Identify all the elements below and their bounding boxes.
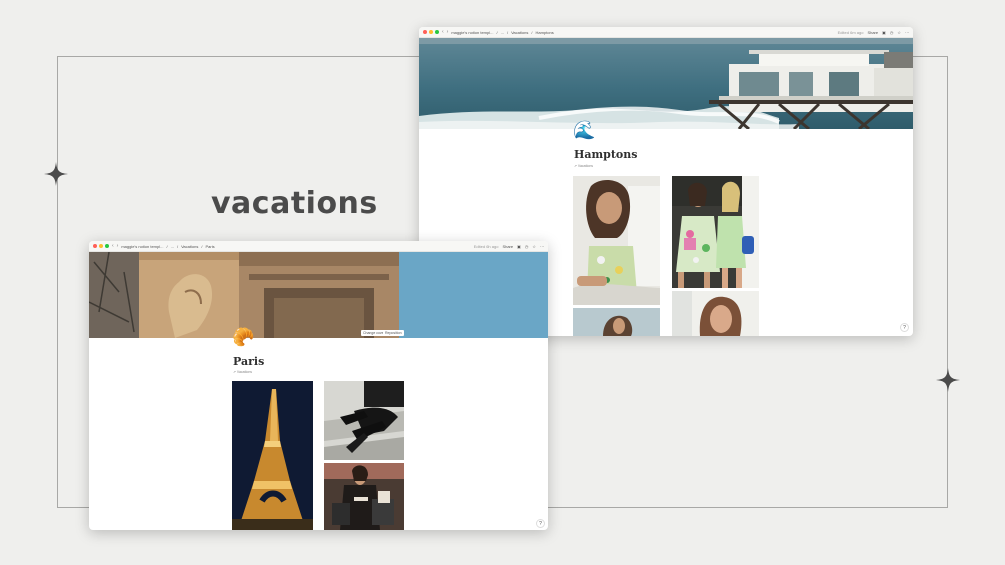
window-titlebar: ‹ › maggie's notion templ... / ... / Vac… <box>89 241 548 252</box>
comments-icon[interactable]: ▣ <box>517 244 521 249</box>
zoom-window-button[interactable] <box>105 244 109 248</box>
favorite-star-icon[interactable]: ☆ <box>897 30 901 35</box>
back-arrow-icon[interactable]: ‹ <box>442 29 444 35</box>
updates-icon[interactable]: ◷ <box>890 30 894 35</box>
close-window-button[interactable] <box>423 30 427 34</box>
minimize-window-button[interactable] <box>99 244 103 248</box>
breadcrumb-separator: / <box>201 243 203 249</box>
share-button[interactable]: Share <box>867 30 878 35</box>
sparkle-icon <box>44 162 68 186</box>
property-label: Vacations <box>577 164 594 168</box>
last-edited-label: Edited 6h ago <box>473 243 499 249</box>
croissant-icon[interactable]: 🥐 <box>232 328 254 346</box>
zoom-window-button[interactable] <box>435 30 439 34</box>
page-cover-image[interactable] <box>419 38 913 129</box>
reposition-button[interactable]: Reposition <box>383 330 404 336</box>
breadcrumb-separator: / <box>176 243 179 249</box>
sparkle-icon <box>936 368 960 392</box>
comments-icon[interactable]: ▣ <box>882 30 886 35</box>
forward-arrow-icon[interactable]: › <box>447 29 449 35</box>
breadcrumb-vacations[interactable]: Vacations <box>511 30 528 35</box>
help-button[interactable]: ? <box>900 323 909 332</box>
traffic-lights[interactable] <box>93 244 109 248</box>
breadcrumb-separator: / <box>531 29 533 35</box>
minimize-window-button[interactable] <box>429 30 433 34</box>
breadcrumb-workspace[interactable]: maggie's notion templ... <box>121 244 163 249</box>
breadcrumb-vacations[interactable]: Vacations <box>181 244 198 249</box>
share-button[interactable]: Share <box>502 244 513 249</box>
breadcrumb-ellipsis[interactable]: ... <box>501 30 504 35</box>
window-titlebar: ‹ › maggie's notion templ... / ... / Vac… <box>419 27 913 38</box>
back-arrow-icon[interactable]: ‹ <box>112 243 114 249</box>
page-title[interactable]: Hamptons <box>574 148 637 161</box>
gallery-photo[interactable] <box>324 381 404 460</box>
last-edited-label: Edited 6m ago <box>837 29 864 35</box>
traffic-lights[interactable] <box>423 30 439 34</box>
gallery-photo[interactable] <box>324 463 404 530</box>
vacations-property[interactable]: ↗ Vacations <box>233 370 252 374</box>
paris-window: ‹ › maggie's notion templ... / ... / Vac… <box>89 241 548 530</box>
page-title[interactable]: Paris <box>233 355 264 368</box>
page-cover-image[interactable] <box>89 252 548 338</box>
updates-icon[interactable]: ◷ <box>525 244 529 249</box>
close-window-button[interactable] <box>93 244 97 248</box>
favorite-star-icon[interactable]: ☆ <box>532 244 536 249</box>
gallery-photo[interactable] <box>573 308 660 336</box>
help-button[interactable]: ? <box>536 519 545 528</box>
property-label: Vacations <box>236 370 253 374</box>
breadcrumb-separator: / <box>496 29 498 35</box>
gallery-photo[interactable] <box>672 291 759 336</box>
gallery-photo[interactable] <box>573 176 660 305</box>
water-wave-icon[interactable]: 🌊 <box>573 121 595 139</box>
breadcrumb-workspace[interactable]: maggie's notion templ... <box>451 30 493 35</box>
breadcrumb-ellipsis[interactable]: ... <box>171 244 174 249</box>
gallery-photo[interactable] <box>672 176 759 288</box>
headline: vacations <box>211 186 378 221</box>
vacations-property[interactable]: ↗ Vacations <box>574 164 593 168</box>
breadcrumb-current-page[interactable]: Paris <box>205 244 214 249</box>
gallery-photo[interactable] <box>232 381 313 530</box>
breadcrumb-current-page[interactable]: Hamptons <box>535 30 553 35</box>
more-options-icon[interactable]: ⋯ <box>905 30 909 35</box>
more-options-icon[interactable]: ⋯ <box>540 244 544 249</box>
breadcrumb-separator: / <box>166 243 168 249</box>
forward-arrow-icon[interactable]: › <box>117 243 119 249</box>
breadcrumb-separator: / <box>506 29 509 35</box>
